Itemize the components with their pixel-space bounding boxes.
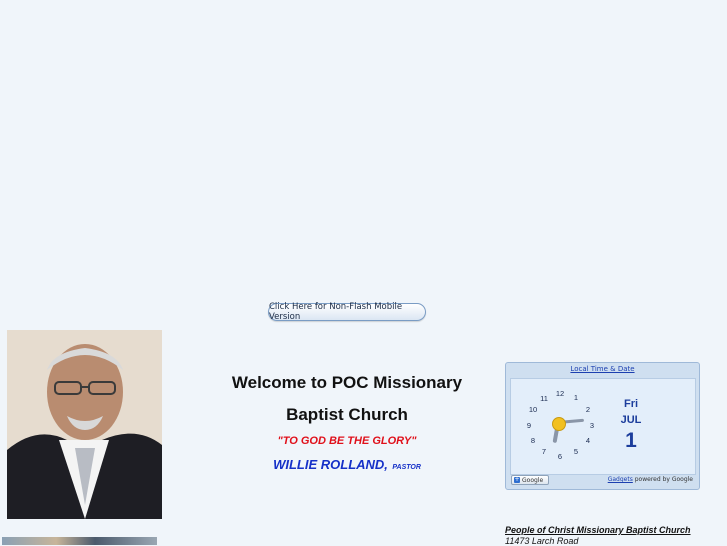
pastor-portrait-illustration	[7, 330, 162, 519]
plus-icon: +	[514, 476, 520, 483]
clock-number: 4	[585, 436, 591, 445]
pastor-photo	[7, 330, 162, 519]
church-name-address: People of Christ Missionary Baptist Chur…	[505, 525, 691, 535]
church-motto: "TO GOD BE THE GLORY"	[277, 435, 417, 447]
powered-by-google: Gadgets powered by Google	[608, 476, 693, 483]
date-number: 1	[625, 429, 637, 452]
powered-by-text: powered by Google	[634, 476, 693, 483]
welcome-line-2: Baptist Church	[286, 405, 408, 424]
gadget-footer: + Google Gadgets powered by Google	[510, 475, 695, 487]
clock-number: 11	[540, 394, 548, 403]
time-date-gadget: Local Time & Date 12 1 2 3 4 5 6 7 8 9 1…	[505, 362, 700, 490]
gadget-title-link[interactable]: Local Time & Date	[506, 365, 699, 373]
clock-number: 10	[528, 405, 538, 414]
pastor-name: WILLIE ROLLAND,	[273, 457, 388, 472]
clock-number: 1	[573, 393, 579, 402]
add-to-google-button[interactable]: + Google	[511, 475, 549, 485]
google-button-label: Google	[522, 476, 544, 484]
gadgets-link[interactable]: Gadgets	[608, 476, 633, 483]
non-flash-mobile-button[interactable]: Click Here for Non-Flash Mobile Version	[268, 302, 426, 322]
clock-panel: 12 1 2 3 4 5 6 7 8 9 10 11 Fri JUL 1	[510, 378, 696, 475]
pastor-title: PASTOR	[392, 464, 421, 471]
clock-number: 8	[530, 436, 536, 445]
clock-number: 7	[541, 447, 547, 456]
clock-number: 3	[589, 421, 595, 430]
clock-hub	[552, 417, 566, 431]
thumbnail-strip	[2, 537, 157, 545]
welcome-line-1: Welcome to POC Missionary	[231, 373, 463, 392]
clock-number: 5	[573, 447, 579, 456]
clock-number: 2	[585, 405, 591, 414]
date-month: JUL	[620, 414, 642, 426]
clock-number: 9	[526, 421, 532, 430]
clock-number: 6	[557, 452, 563, 461]
pastor-line: WILLIE ROLLAND, PASTOR	[218, 456, 476, 474]
clock-number: 12	[555, 389, 565, 398]
date-day: Fri	[623, 398, 639, 410]
